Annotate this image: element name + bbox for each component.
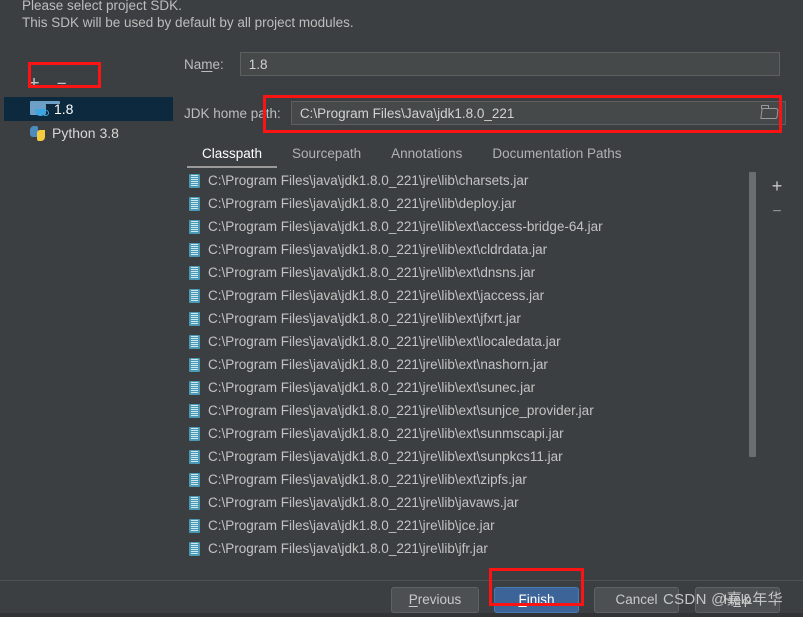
name-field-label: Name: — [184, 56, 224, 72]
jar-file-icon — [189, 357, 200, 372]
tab-classpath[interactable]: Classpath — [187, 141, 278, 168]
jar-file-icon — [189, 518, 200, 533]
scrollbar-thumb[interactable] — [749, 172, 756, 457]
python-icon — [30, 125, 45, 141]
sidebar-item-jdk-18[interactable]: 1.8 — [4, 97, 173, 121]
header-line-2: This SDK will be used by default by all … — [22, 15, 354, 30]
annotation-box-finish — [489, 568, 584, 606]
classpath-row[interactable]: C:\Program Files\java\jdk1.8.0_221\jre\l… — [181, 238, 757, 261]
jar-file-icon — [189, 265, 200, 280]
classpath-row[interactable]: C:\Program Files\java\jdk1.8.0_221\jre\l… — [181, 215, 757, 238]
classpath-entry-label: C:\Program Files\java\jdk1.8.0_221\jre\l… — [208, 426, 564, 441]
jar-file-icon — [189, 173, 200, 188]
classpath-entry-label: C:\Program Files\java\jdk1.8.0_221\jre\l… — [208, 173, 529, 188]
classpath-entry-label: C:\Program Files\java\jdk1.8.0_221\jre\l… — [208, 518, 495, 533]
sdk-tree-panel: + − 1.8 Python 3.8 — [0, 33, 173, 581]
jar-file-icon — [189, 403, 200, 418]
jar-file-icon — [189, 449, 200, 464]
sidebar-item-python-38[interactable]: Python 3.8 — [4, 121, 173, 145]
classpath-row[interactable]: C:\Program Files\java\jdk1.8.0_221\jre\l… — [181, 376, 757, 399]
remove-classpath-button[interactable]: − — [763, 199, 791, 225]
annotation-box-jdk-path — [263, 95, 782, 133]
annotation-box-sdk-item — [28, 62, 101, 88]
classpath-row[interactable]: C:\Program Files\java\jdk1.8.0_221\jre\l… — [181, 192, 757, 215]
classpath-row[interactable]: C:\Program Files\java\jdk1.8.0_221\jre\l… — [181, 284, 757, 307]
name-field-row: Name: 1.8 — [184, 52, 780, 76]
previous-button[interactable]: Previous — [391, 587, 479, 613]
jar-file-icon — [189, 380, 200, 395]
watermark: CSDN @嘉&年华 — [663, 591, 783, 608]
jar-file-icon — [189, 288, 200, 303]
tab-documentation-paths[interactable]: Documentation Paths — [477, 141, 636, 168]
classpath-entry-label: C:\Program Files\java\jdk1.8.0_221\jre\l… — [208, 219, 603, 234]
classpath-row[interactable]: C:\Program Files\java\jdk1.8.0_221\jre\l… — [181, 491, 757, 514]
classpath-row[interactable]: C:\Program Files\java\jdk1.8.0_221\jre\l… — [181, 330, 757, 353]
classpath-row[interactable]: C:\Program Files\java\jdk1.8.0_221\jre\l… — [181, 445, 757, 468]
classpath-row[interactable]: C:\Program Files\java\jdk1.8.0_221\jre\l… — [181, 422, 757, 445]
classpath-row[interactable]: C:\Program Files\java\jdk1.8.0_221\jre\l… — [181, 307, 757, 330]
classpath-row[interactable]: C:\Program Files\java\jdk1.8.0_221\jre\l… — [181, 514, 757, 537]
classpath-entry-label: C:\Program Files\java\jdk1.8.0_221\jre\l… — [208, 265, 536, 280]
classpath-entry-label: C:\Program Files\java\jdk1.8.0_221\jre\l… — [208, 449, 563, 464]
bottom-strip — [0, 613, 803, 617]
classpath-entry-label: C:\Program Files\java\jdk1.8.0_221\jre\l… — [208, 380, 536, 395]
classpath-entry-label: C:\Program Files\java\jdk1.8.0_221\jre\l… — [208, 541, 488, 556]
jar-file-icon — [189, 426, 200, 441]
classpath-row[interactable]: C:\Program Files\java\jdk1.8.0_221\jre\l… — [181, 169, 757, 192]
dialog-header: Please select project SDK. This SDK will… — [22, 0, 762, 31]
jar-file-icon — [189, 196, 200, 211]
sdk-selection-dialog: Please select project SDK. This SDK will… — [0, 0, 803, 617]
classpath-list[interactable]: C:\Program Files\java\jdk1.8.0_221\jre\l… — [181, 169, 757, 563]
name-input[interactable]: 1.8 — [239, 52, 780, 76]
jar-file-icon — [189, 242, 200, 257]
classpath-entry-label: C:\Program Files\java\jdk1.8.0_221\jre\l… — [208, 334, 561, 349]
classpath-entry-label: C:\Program Files\java\jdk1.8.0_221\jre\l… — [208, 242, 548, 257]
sidebar-item-label: Python 3.8 — [52, 125, 119, 141]
jar-file-icon — [189, 495, 200, 510]
classpath-entry-label: C:\Program Files\java\jdk1.8.0_221\jre\l… — [208, 357, 548, 372]
classpath-tabs: Classpath Sourcepath Annotations Documen… — [187, 141, 787, 169]
classpath-row[interactable]: C:\Program Files\java\jdk1.8.0_221\jre\l… — [181, 353, 757, 376]
jar-file-icon — [189, 219, 200, 234]
classpath-entry-label: C:\Program Files\java\jdk1.8.0_221\jre\l… — [208, 311, 521, 326]
jar-file-icon — [189, 311, 200, 326]
jar-file-icon — [189, 334, 200, 349]
add-classpath-button[interactable]: + — [763, 173, 791, 199]
classpath-scrollbar[interactable] — [748, 170, 757, 563]
classpath-toolbar: + − — [763, 173, 793, 225]
classpath-row[interactable]: C:\Program Files\java\jdk1.8.0_221\jre\l… — [181, 399, 757, 422]
classpath-entry-label: C:\Program Files\java\jdk1.8.0_221\jre\l… — [208, 472, 527, 487]
classpath-row[interactable]: C:\Program Files\java\jdk1.8.0_221\jre\l… — [181, 261, 757, 284]
classpath-entry-label: C:\Program Files\java\jdk1.8.0_221\jre\l… — [208, 495, 519, 510]
sdk-tree: 1.8 Python 3.8 — [4, 97, 173, 145]
classpath-row[interactable]: C:\Program Files\java\jdk1.8.0_221\jre\l… — [181, 537, 757, 560]
tab-annotations[interactable]: Annotations — [376, 141, 477, 168]
jar-file-icon — [189, 541, 200, 556]
tab-sourcepath[interactable]: Sourcepath — [277, 141, 376, 168]
classpath-entry-label: C:\Program Files\java\jdk1.8.0_221\jre\l… — [208, 288, 545, 303]
classpath-entry-label: C:\Program Files\java\jdk1.8.0_221\jre\l… — [208, 403, 594, 418]
classpath-row[interactable]: C:\Program Files\java\jdk1.8.0_221\jre\l… — [181, 468, 757, 491]
classpath-entry-label: C:\Program Files\java\jdk1.8.0_221\jre\l… — [208, 196, 517, 211]
jdk-folder-icon — [30, 100, 60, 117]
header-line-1: Please select project SDK. — [22, 0, 182, 13]
jar-file-icon — [189, 472, 200, 487]
